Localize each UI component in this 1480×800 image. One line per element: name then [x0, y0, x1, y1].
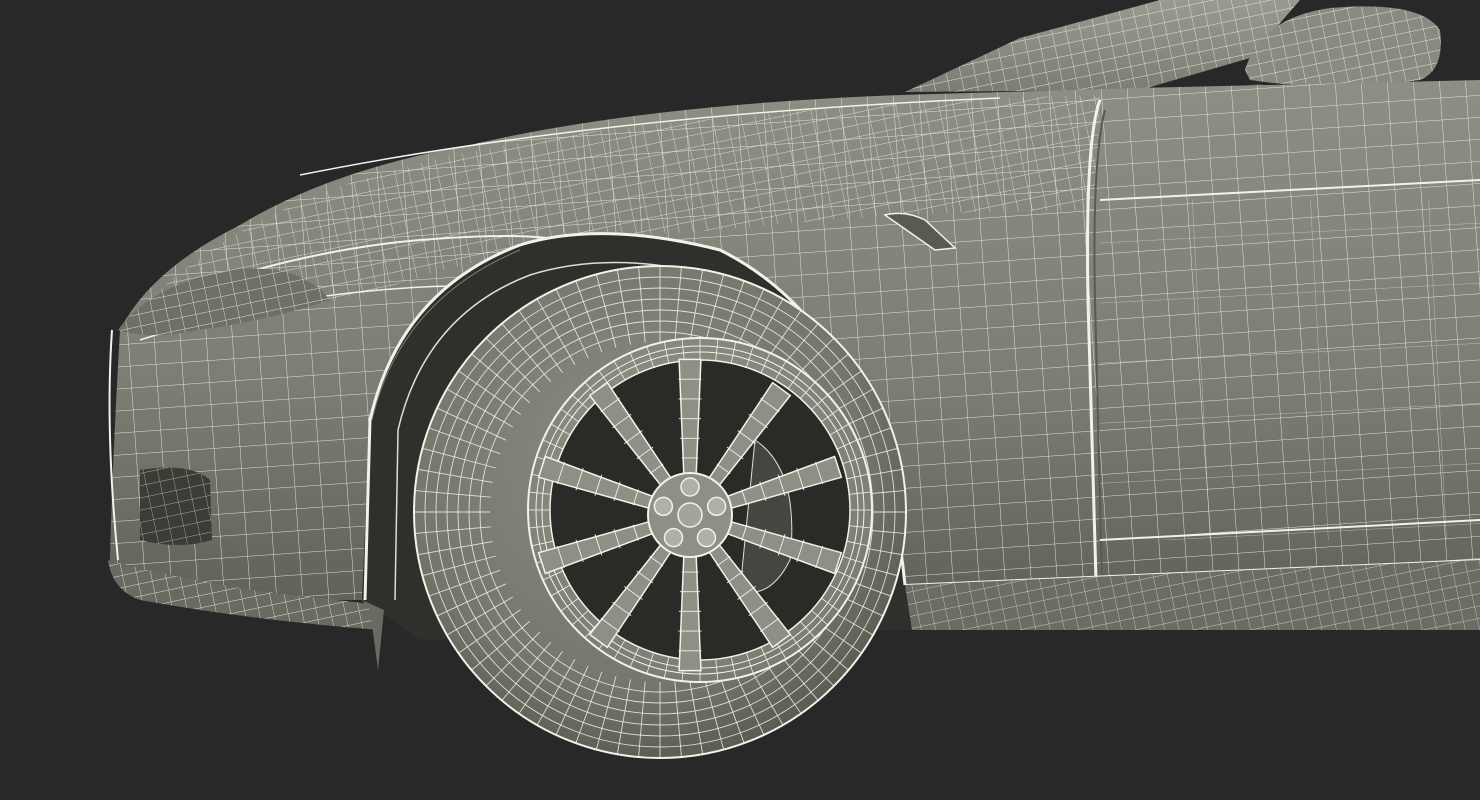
lug-nut	[653, 496, 674, 517]
lug-nut	[706, 496, 727, 517]
lug-nut	[663, 527, 684, 548]
lug-nut	[680, 477, 700, 497]
lug-nut	[696, 527, 717, 548]
car-wireframe-render	[0, 0, 1480, 800]
wheel-hub	[647, 472, 733, 558]
